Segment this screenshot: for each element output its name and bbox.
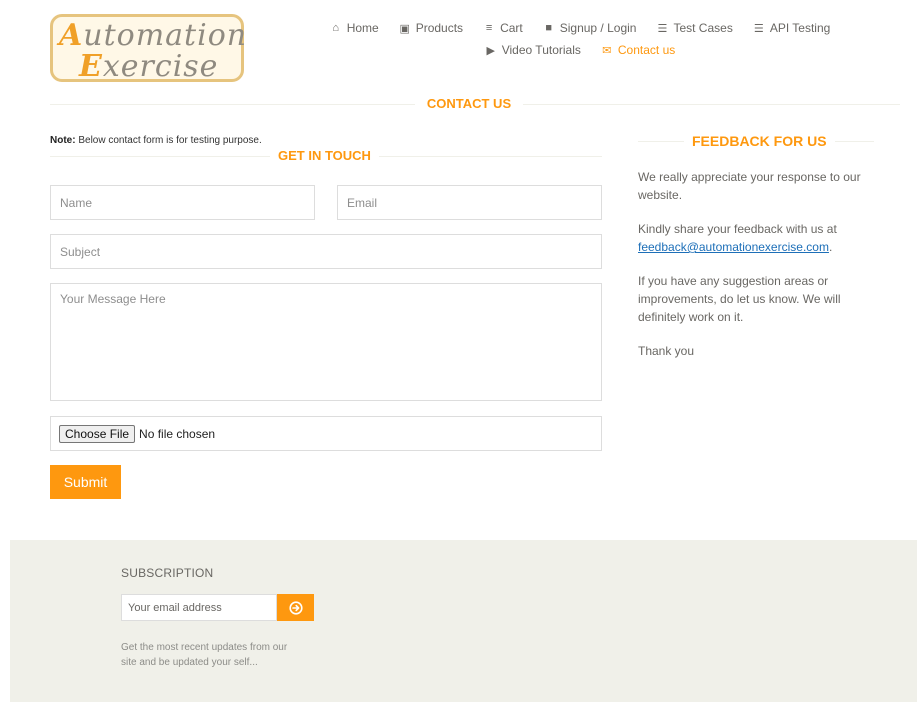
get-in-touch-title: GET IN TOUCH: [270, 148, 379, 163]
arrow-circle-right-icon: [288, 600, 303, 615]
nav-signup-label: Signup / Login: [559, 21, 637, 35]
logo-cap-e: E: [79, 49, 103, 84]
email-input[interactable]: [337, 185, 602, 220]
name-input[interactable]: [50, 185, 315, 220]
form-note: Note: Below contact form is for testing …: [50, 135, 262, 146]
message-textarea[interactable]: [50, 283, 602, 401]
nav-video-tutorials[interactable]: ▶ Video Tutorials: [475, 43, 591, 57]
subscribe-button[interactable]: [277, 594, 314, 621]
subscription-note: Get the most recent updates from our sit…: [121, 642, 288, 668]
feedback-p2-end: .: [828, 240, 833, 254]
site-logo[interactable]: Automation Exercise: [50, 14, 247, 84]
feedback-paragraph-1: We really appreciate your response to ou…: [638, 170, 861, 202]
note-label: Note:: [50, 135, 76, 146]
briefcase-icon: ▣: [399, 22, 410, 35]
feedback-email-link[interactable]: feedback@automationexercise.com: [638, 240, 829, 254]
submit-button[interactable]: Submit: [50, 465, 121, 499]
envelope-icon: ✉: [602, 44, 612, 57]
nav-contact-label: Contact us: [617, 43, 676, 57]
feedback-paragraph-2: Kindly share your feedback with us at fe…: [638, 220, 878, 256]
nav-api-testing-label: API Testing: [769, 21, 831, 35]
nav-contact-us[interactable]: ✉ Contact us: [591, 43, 685, 57]
list-icon: ☰: [657, 22, 668, 35]
logo-text-2: xercise: [102, 49, 219, 84]
nav-signup-login[interactable]: ■ Signup / Login: [533, 21, 647, 35]
nav-test-cases[interactable]: ☰ Test Cases: [646, 21, 742, 35]
subscription-email-input[interactable]: [121, 594, 277, 621]
page-title: CONTACT US: [0, 96, 917, 111]
feedback-thank-you: Thank you: [638, 344, 695, 358]
lock-icon: ■: [545, 22, 553, 34]
nav-api-testing[interactable]: ☰ API Testing: [743, 21, 840, 35]
nav-test-cases-label: Test Cases: [673, 21, 733, 35]
logo-text-1: utomation: [83, 18, 248, 53]
note-text: Below contact form is for testing purpos…: [75, 135, 262, 146]
home-icon: ⌂: [332, 22, 340, 34]
nav-cart-label: Cart: [500, 21, 523, 35]
cart-icon: ≡: [485, 22, 493, 34]
feedback-p2-text: Kindly share your feedback with us at: [638, 222, 837, 236]
nav-home-label: Home: [346, 21, 379, 35]
logo-line-2: Exercise: [79, 49, 218, 84]
video-icon: ▶: [486, 44, 495, 57]
nav-products-label: Products: [415, 21, 464, 35]
footer: SUBSCRIPTION Get the most recent updates…: [10, 540, 917, 702]
subject-input[interactable]: [50, 234, 602, 269]
page-title-text: CONTACT US: [414, 96, 524, 111]
subscription-title: SUBSCRIPTION: [121, 566, 214, 580]
feedback-title: FEEDBACK FOR US: [684, 133, 835, 149]
choose-file-button[interactable]: Choose File: [59, 424, 136, 443]
main-nav: ⌂ Home ▣ Products ≡ Cart ■ Signup / Login ☰ T…: [330, 17, 830, 61]
nav-row-2: ▶ Video Tutorials ✉ Contact us: [330, 39, 830, 61]
feedback-paragraph-3: If you have any suggestion areas or impr…: [638, 274, 841, 324]
nav-video-label: Video Tutorials: [501, 43, 581, 57]
file-status: No file chosen: [139, 426, 216, 441]
logo-cap-a: A: [59, 18, 84, 53]
nav-row-1: ⌂ Home ▣ Products ≡ Cart ■ Signup / Login ☰ T…: [330, 17, 830, 39]
logo-line-1: Automation: [59, 18, 247, 53]
nav-products[interactable]: ▣ Products: [389, 21, 473, 35]
file-upload: Choose File No file chosen: [50, 416, 602, 451]
nav-home[interactable]: ⌂ Home: [320, 21, 389, 35]
list-icon: ☰: [753, 22, 764, 35]
nav-cart[interactable]: ≡ Cart: [473, 21, 533, 35]
